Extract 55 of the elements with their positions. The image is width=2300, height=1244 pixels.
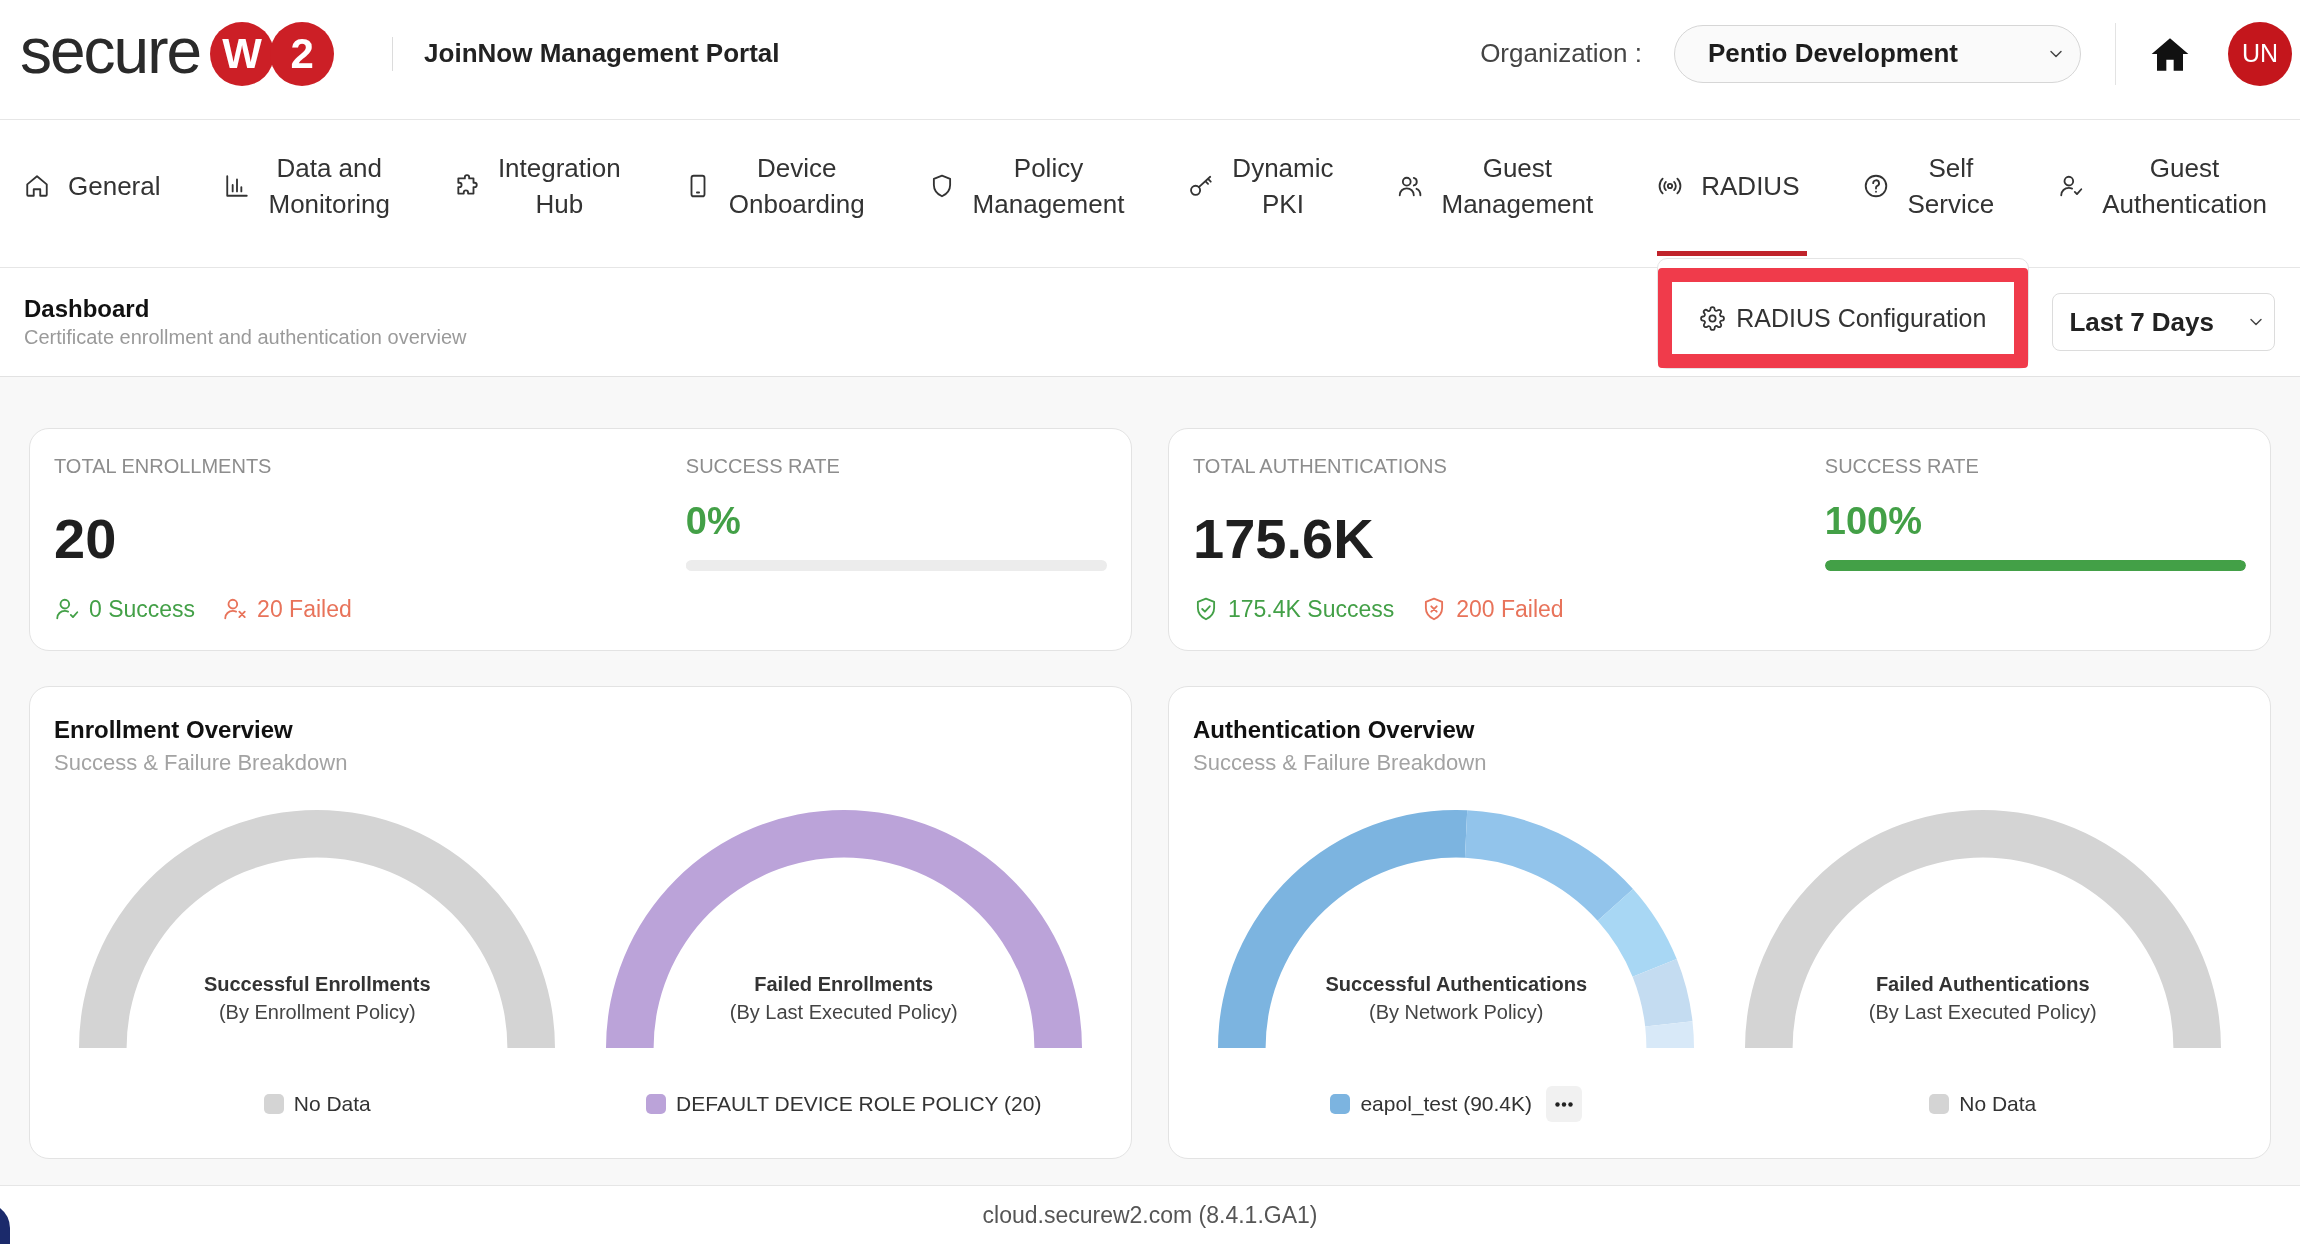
logo-text: secure (20, 18, 201, 89)
rate-label: SUCCESS RATE (685, 454, 841, 478)
failed-count: 20 Failed (257, 595, 352, 624)
nav-tab[interactable]: Dynamic PKI (1188, 120, 1342, 256)
organization-label: Organization : (1480, 38, 1642, 69)
period-select[interactable]: Last 7 Days (2052, 293, 2275, 351)
organization-select[interactable]: Pentio Development (1674, 24, 2081, 83)
rate-label: SUCCESS RATE (1824, 454, 1980, 478)
more-icon (1555, 1101, 1574, 1107)
bar-chart-icon (224, 172, 251, 199)
nav-tab[interactable]: Device Onboarding (684, 120, 873, 256)
success-count: 0 Success (89, 595, 196, 624)
more-button[interactable] (1546, 1086, 1583, 1122)
stat-value: 20 (54, 507, 118, 571)
stat-label: TOTAL AUTHENTICATIONS (1193, 454, 1448, 478)
legend-label: No Data (1959, 1091, 2037, 1117)
menu-item[interactable]: RADIUS Configuration (1658, 268, 2029, 368)
card-title: Enrollment Overview (54, 715, 294, 745)
card-title: Authentication Overview (1193, 715, 1476, 745)
help-icon (1863, 172, 1890, 199)
page-subtitle: Certificate enrollment and authentication overview (24, 325, 467, 350)
success-rate: 0% (685, 499, 742, 543)
legend-label: eapol_test (90.4K) (1360, 1091, 1533, 1118)
stat-label: TOTAL ENROLLMENTS (54, 454, 273, 478)
gauge-title: Failed Authentications (1875, 972, 2090, 997)
gauge-title: Successful Enrollments (203, 972, 431, 997)
corner-widget-icon[interactable] (0, 1208, 10, 1244)
gauge-title: Failed Enrollments (754, 972, 934, 997)
card-subtitle: Success & Failure Breakdown (54, 749, 349, 777)
stat-value: 175.6K (1193, 507, 1375, 571)
page-title: Dashboard (24, 294, 151, 324)
nav-tab[interactable]: Guest Management (1397, 120, 1602, 256)
gauge-caption: (By Enrollment Policy) (218, 1000, 416, 1025)
success-rate: 100% (1824, 499, 1923, 543)
home-icon (24, 172, 50, 199)
logo-emblem: 2 (270, 21, 335, 86)
user-avatar[interactable]: UN (2228, 21, 2292, 86)
card-subtitle: Success & Failure Breakdown (1193, 749, 1488, 777)
success-count: 175.4K Success (1228, 595, 1395, 624)
user-check-icon (54, 596, 80, 622)
legend-label: No Data (293, 1091, 371, 1117)
nav-tab[interactable]: Guest Authentication (2058, 120, 2275, 256)
nav-tab[interactable]: Self Service (1863, 120, 2003, 256)
gauge-caption: (By Last Executed Policy) (729, 1000, 958, 1025)
app-title: JoinNow Management Portal (424, 38, 780, 69)
gauge-caption: (By Last Executed Policy) (1868, 1000, 2097, 1025)
failed-count: 200 Failed (1456, 595, 1564, 624)
nav-tab[interactable]: General (24, 120, 169, 256)
footer-text: cloud.securew2.com (8.4.1.GA1) (982, 1201, 1318, 1229)
nav-tab[interactable]: Data and Monitoring (224, 120, 398, 256)
user-x-icon (222, 596, 249, 622)
legend-label: DEFAULT DEVICE ROLE POLICY (20) (676, 1091, 1042, 1117)
nav-tab[interactable]: Policy Management (928, 120, 1133, 256)
settings-icon (1700, 305, 1726, 331)
nav-tab[interactable]: Integration Hub (453, 120, 629, 256)
